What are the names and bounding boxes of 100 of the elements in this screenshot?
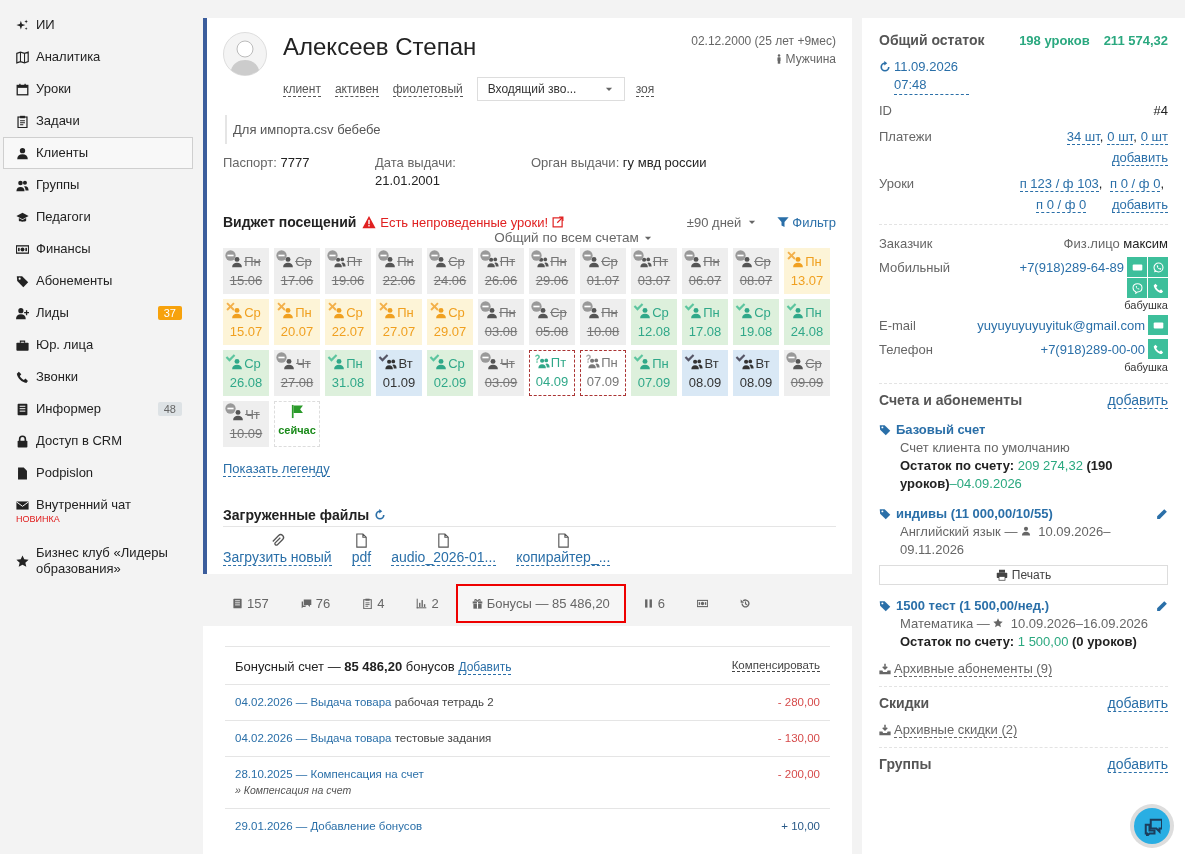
sidebar-item[interactable]: Финансы — [3, 233, 193, 265]
visit-cell[interactable]: Пн 22.06 — [376, 248, 422, 294]
compensate-link[interactable]: Компенсировать — [731, 659, 820, 672]
visit-cell[interactable]: Ср 09.09 — [784, 350, 830, 396]
tab[interactable]: 2 — [401, 584, 454, 623]
sidebar-item[interactable]: Уроки — [3, 73, 193, 105]
lessons-link[interactable]: п 0 / ф 0 — [1036, 197, 1087, 213]
sidebar-item[interactable]: Внутренний чат НОВИНКА — [3, 489, 193, 537]
tab[interactable]: 76 — [285, 584, 346, 623]
printer-icon — [995, 569, 1008, 581]
whatsapp-button[interactable] — [1148, 257, 1168, 277]
visit-cell[interactable]: Пн 06.07 — [682, 248, 728, 294]
field-label: Телефон — [879, 341, 933, 359]
map-icon — [16, 50, 29, 64]
sms-button[interactable] — [1127, 257, 1147, 277]
visit-cell[interactable]: Чт 10.09 — [223, 401, 269, 447]
contact-link[interactable]: +7(918)289-64-89 — [1019, 257, 1124, 278]
file-link[interactable]: копирайтер_... — [516, 549, 611, 566]
sidebar-item[interactable]: Клиенты — [3, 137, 193, 169]
payments-link[interactable]: 34 шт — [1066, 129, 1100, 145]
sidebar-item[interactable]: Бизнес клуб «Лидеры образования» — [3, 537, 193, 585]
sidebar-label: Педагоги — [36, 209, 92, 225]
visit-cell[interactable]: Пн 07.09 — [580, 350, 626, 396]
sidebar-item[interactable]: Группы — [3, 169, 193, 201]
manager-link[interactable]: зоя — [635, 81, 655, 97]
visit-cell[interactable]: Ср 05.08 — [529, 299, 575, 345]
email-button[interactable] — [1148, 315, 1168, 335]
contact-link[interactable]: yuyuyuyuyuyituk@gmail.com — [973, 315, 1145, 336]
sidebar-item[interactable]: Педагоги — [3, 201, 193, 233]
sidebar-item[interactable]: Юр. лица — [3, 329, 193, 361]
sidebar-item[interactable]: Podpislon — [3, 457, 193, 489]
status-link[interactable]: фиолетовый — [392, 81, 463, 97]
tray-icon — [879, 724, 891, 736]
visit-cell[interactable]: Ср 24.06 — [427, 248, 473, 294]
lessons-link[interactable]: п 123 / ф 103 — [1019, 176, 1099, 192]
call-button[interactable] — [1148, 278, 1168, 298]
viber-button[interactable] — [1127, 278, 1147, 298]
today-cell[interactable]: сейчас — [274, 401, 320, 447]
whatsapp-icon — [1152, 261, 1164, 273]
banknote-icon — [16, 242, 29, 256]
payments-link[interactable]: 0 шт — [1140, 129, 1168, 145]
add-link[interactable]: добавить — [1111, 150, 1168, 166]
visit-cell[interactable]: Вт 08.09 — [733, 350, 779, 396]
status-link[interactable]: активен — [334, 81, 379, 97]
legend-link[interactable]: Показать легенду — [223, 461, 330, 477]
visit-cell[interactable]: Вт 01.09 — [376, 350, 422, 396]
visit-cell[interactable]: Пт 26.06 — [478, 248, 524, 294]
sidebar-item[interactable]: Абонементы — [3, 265, 193, 297]
add-link[interactable]: добавить — [1107, 756, 1168, 773]
field-label: Мобильный — [879, 259, 951, 277]
add-link[interactable]: добавить — [1107, 392, 1168, 409]
visit-cell[interactable]: Пн 10.08 — [580, 299, 626, 345]
sidebar-item[interactable]: Информер 48 — [3, 393, 193, 425]
file-link[interactable]: Загрузить новый — [223, 549, 332, 566]
sidebar-item[interactable]: Доступ в CRM — [3, 425, 193, 457]
archive-link[interactable]: Архивные абонементы (9) — [894, 661, 1053, 677]
account-link[interactable]: индивы (11 000,00/10/55) — [896, 506, 1053, 521]
tag-icon — [879, 507, 891, 520]
account-link[interactable]: 1500 тест (1 500,00/нед.) — [896, 598, 1049, 613]
visit-cell[interactable]: Пт 03.07 — [631, 248, 677, 294]
visit-cell[interactable]: Ср 01.07 — [580, 248, 626, 294]
visit-cell[interactable]: Пн 29.06 — [529, 248, 575, 294]
updated-link[interactable]: 11.09.2026 07:48 — [894, 58, 969, 95]
sidebar-label: Лиды — [36, 305, 70, 321]
tab[interactable]: 157 — [217, 584, 284, 623]
filter-link[interactable]: Фильтр — [792, 214, 836, 230]
sidebar-item[interactable]: Задачи — [3, 105, 193, 137]
chat-button[interactable] — [1134, 808, 1170, 844]
file-link[interactable]: pdf — [351, 549, 372, 566]
add-link[interactable]: добавить — [1107, 695, 1168, 712]
call-button[interactable] — [1148, 339, 1168, 359]
range-dropdown[interactable]: ±90 дней — [686, 214, 742, 230]
visit-cell[interactable]: Пн 03.08 — [478, 299, 524, 345]
sidebar-item[interactable]: Аналитика — [3, 41, 193, 73]
account-link[interactable]: Базовый счет — [896, 422, 986, 437]
visit-cell[interactable]: Чт 03.09 — [478, 350, 524, 396]
add-link[interactable]: добавить — [1111, 197, 1168, 213]
visit-cell[interactable]: Ср 08.07 — [733, 248, 779, 294]
visit-cell[interactable]: Пт 04.09 — [529, 350, 575, 396]
sidebar-label: Информер — [36, 401, 103, 417]
visit-cell[interactable]: Чт 27.08 — [274, 350, 320, 396]
visit-cell[interactable]: Пт 19.06 — [325, 248, 371, 294]
add-link[interactable]: Добавить — [458, 660, 512, 675]
archive-link[interactable]: Архивные скидки (2) — [894, 722, 1018, 738]
contact-link[interactable]: +7(918)289-00-00 — [1040, 339, 1145, 360]
sidebar-item[interactable]: Лиды 37 — [3, 297, 193, 329]
sidebar-item[interactable]: ИИ — [3, 9, 193, 41]
call-type-select[interactable]: Входящий зво... — [476, 77, 625, 101]
visit-cell[interactable]: Вт 08.09 — [682, 350, 728, 396]
visit-cell[interactable]: Ср 17.06 — [274, 248, 320, 294]
status-link[interactable]: клиент — [283, 81, 321, 97]
payments-link[interactable]: 0 шт — [1107, 129, 1134, 145]
sidebar-item[interactable]: Звонки — [3, 361, 193, 393]
tab[interactable]: 4 — [347, 584, 400, 623]
account-dropdown[interactable]: Общий по всем счетам — [494, 230, 639, 245]
visit-cell[interactable]: Пн 15.06 — [223, 248, 269, 294]
print-button[interactable]: Печать — [879, 565, 1168, 585]
tab[interactable]: 6 — [627, 584, 681, 623]
file-link[interactable]: audio_2026-01... — [391, 549, 497, 566]
tab[interactable]: Бонусы — 85 486,20 — [455, 584, 626, 623]
